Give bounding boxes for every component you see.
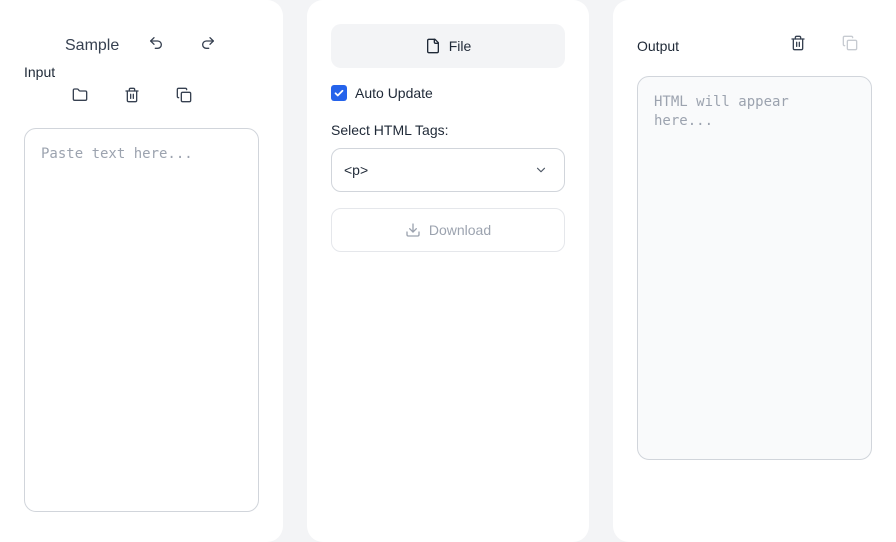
file-button[interactable]: File bbox=[331, 24, 565, 68]
copy-icon bbox=[176, 87, 192, 103]
undo-icon bbox=[150, 37, 162, 49]
output-textarea[interactable] bbox=[637, 76, 872, 460]
sample-button[interactable]: Sample bbox=[62, 35, 122, 57]
trash-icon bbox=[791, 35, 805, 51]
copy-output-button[interactable] bbox=[838, 31, 862, 55]
select-tags-label: Select HTML Tags: bbox=[331, 122, 449, 138]
clear-output-button[interactable] bbox=[786, 31, 810, 55]
input-textarea[interactable] bbox=[24, 128, 259, 512]
html-tag-select[interactable]: <p> bbox=[331, 148, 565, 192]
copy-icon bbox=[842, 35, 858, 51]
copy-input-button[interactable] bbox=[172, 83, 196, 107]
auto-update-row: Auto Update bbox=[331, 85, 433, 101]
clear-input-button[interactable] bbox=[120, 83, 144, 107]
input-panel: Sample Input bbox=[0, 0, 283, 542]
redo-button[interactable] bbox=[196, 31, 220, 55]
file-icon bbox=[426, 38, 439, 54]
trash-icon bbox=[125, 87, 139, 103]
chevron-down-icon bbox=[536, 167, 546, 173]
checkmark-icon bbox=[334, 89, 344, 97]
open-file-button[interactable] bbox=[68, 83, 92, 107]
controls-panel: File Auto Update Select HTML Tags: <p> D… bbox=[307, 0, 589, 542]
folder-icon bbox=[72, 88, 88, 101]
auto-update-label: Auto Update bbox=[355, 85, 433, 101]
input-title: Input bbox=[24, 64, 56, 80]
download-button[interactable]: Download bbox=[331, 208, 565, 252]
output-title: Output bbox=[637, 38, 680, 54]
selected-tag-value: <p> bbox=[344, 162, 369, 178]
auto-update-checkbox[interactable] bbox=[331, 85, 347, 101]
download-icon bbox=[406, 223, 420, 237]
output-panel: Output bbox=[613, 0, 896, 542]
download-button-label: Download bbox=[428, 222, 492, 238]
undo-button[interactable] bbox=[144, 31, 168, 55]
redo-icon bbox=[202, 37, 214, 49]
file-button-label: File bbox=[448, 38, 472, 54]
